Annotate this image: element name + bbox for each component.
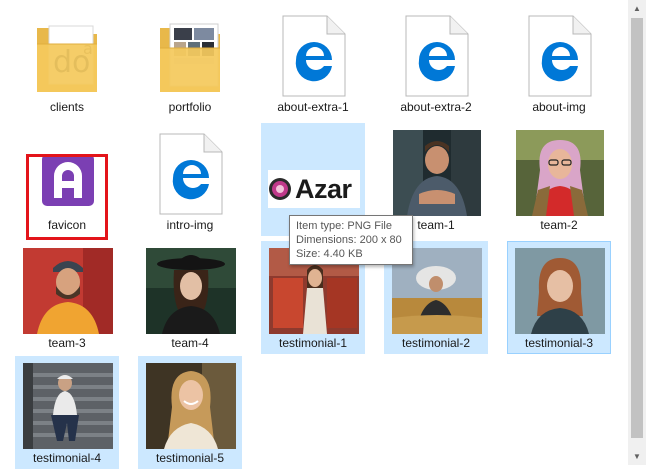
tooltip-item-type: Item type: PNG File xyxy=(296,220,392,232)
file-tile-about-extra-1[interactable]: about-extra-1 xyxy=(261,5,365,118)
file-tile-team-2[interactable]: team-2 xyxy=(507,123,611,236)
photo-thumbnail xyxy=(516,130,604,216)
photo-thumbnail xyxy=(23,363,113,449)
file-name: intro-img xyxy=(166,218,214,232)
file-grid: do a clients portfolio xyxy=(0,0,628,469)
file-name: clients xyxy=(49,100,84,114)
file-name: team-3 xyxy=(48,336,86,350)
azar-logo-text: Azar xyxy=(295,173,352,204)
file-name: portfolio xyxy=(168,100,212,114)
file-tile-intro-img[interactable]: intro-img xyxy=(138,123,242,236)
photo-thumbnail xyxy=(146,363,236,449)
scroll-up-icon[interactable]: ▲ xyxy=(628,0,646,17)
scroll-down-icon[interactable]: ▼ xyxy=(628,448,646,465)
file-tile-team-4[interactable]: team-4 xyxy=(138,241,242,354)
file-tile-about-extra-2[interactable]: about-extra-2 xyxy=(384,5,488,118)
folder-icon xyxy=(160,23,220,92)
file-tile-testimonial-5[interactable]: testimonial-5 xyxy=(138,356,242,469)
tooltip-size: Size: 4.40 KB xyxy=(296,248,363,260)
file-tooltip: Item type: PNG File Dimensions: 200 x 80… xyxy=(289,215,413,265)
file-tile-about-img[interactable]: about-img xyxy=(507,5,611,118)
folder-icon: do a xyxy=(37,25,97,92)
file-name: testimonial-3 xyxy=(524,336,594,350)
file-name: favicon xyxy=(47,218,87,232)
file-tile-portfolio[interactable]: portfolio xyxy=(138,5,242,118)
photo-thumbnail xyxy=(515,248,605,334)
file-name: testimonial-1 xyxy=(278,336,348,350)
tooltip-dimensions: Dimensions: 200 x 80 xyxy=(296,234,402,246)
vertical-scrollbar[interactable]: ▲ ▼ xyxy=(628,0,646,465)
edge-document-icon xyxy=(528,15,592,97)
file-name: team-4 xyxy=(171,336,209,350)
azar-logo-icon xyxy=(269,178,291,200)
file-name: about-extra-2 xyxy=(400,100,472,114)
file-name: testimonial-4 xyxy=(32,451,102,465)
edge-document-icon xyxy=(159,133,223,215)
file-name: testimonial-5 xyxy=(155,451,225,465)
file-tile-testimonial-3[interactable]: testimonial-3 xyxy=(507,241,611,354)
file-name: about-extra-1 xyxy=(277,100,349,114)
edge-document-icon xyxy=(282,15,346,97)
file-name: testimonial-2 xyxy=(401,336,471,350)
file-tile-favicon[interactable]: favicon xyxy=(15,123,119,236)
file-tile-clients[interactable]: do a clients xyxy=(15,5,119,118)
file-name: team-2 xyxy=(540,218,578,232)
file-tile-team-3[interactable]: team-3 xyxy=(15,241,119,354)
favicon-a-icon xyxy=(42,154,94,206)
photo-thumbnail xyxy=(393,130,481,216)
scrollbar-thumb[interactable] xyxy=(631,18,643,438)
photo-thumbnail xyxy=(146,248,236,334)
edge-document-icon xyxy=(405,15,469,97)
file-name: about-img xyxy=(532,100,586,114)
file-tile-testimonial-4[interactable]: testimonial-4 xyxy=(15,356,119,469)
photo-thumbnail xyxy=(23,248,113,334)
azar-logo-image: Azar xyxy=(268,170,360,208)
